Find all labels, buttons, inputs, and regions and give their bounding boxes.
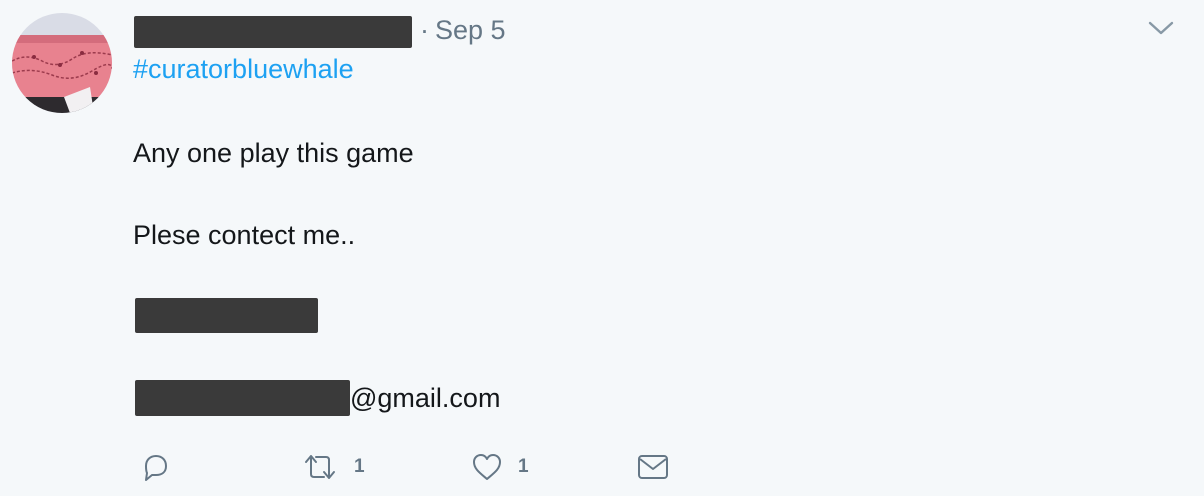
tweet-date[interactable]: Sep 5 xyxy=(435,15,506,46)
like-count: 1 xyxy=(518,456,529,477)
hashtag-link[interactable]: #curatorbluewhale xyxy=(133,54,354,85)
chevron-down-icon[interactable] xyxy=(1146,16,1176,40)
tweet: · Sep 5 #curatorbluewhale Any one play t… xyxy=(0,0,1204,496)
email-line: @gmail.com xyxy=(135,380,500,416)
retweet-button[interactable]: 1 xyxy=(300,450,365,484)
tweet-text-line: Plese contect me.. xyxy=(133,220,356,250)
reply-icon xyxy=(145,455,167,481)
redacted-username xyxy=(134,16,412,48)
email-domain: @gmail.com xyxy=(350,382,501,413)
redacted-email-user xyxy=(135,380,350,416)
heart-icon xyxy=(473,454,501,480)
tweet-header: · Sep 5 xyxy=(134,12,506,48)
header-separator: · xyxy=(420,14,429,45)
reply-button[interactable] xyxy=(138,450,172,484)
envelope-icon xyxy=(638,455,668,479)
direct-message-button[interactable] xyxy=(636,450,670,484)
redacted-text xyxy=(135,298,318,333)
tweet-text-line: Any one play this game xyxy=(133,138,414,168)
retweet-icon xyxy=(305,455,335,479)
retweet-count: 1 xyxy=(354,456,365,477)
avatar[interactable] xyxy=(12,13,112,113)
avatar-image xyxy=(12,13,112,113)
like-button[interactable]: 1 xyxy=(470,450,529,484)
